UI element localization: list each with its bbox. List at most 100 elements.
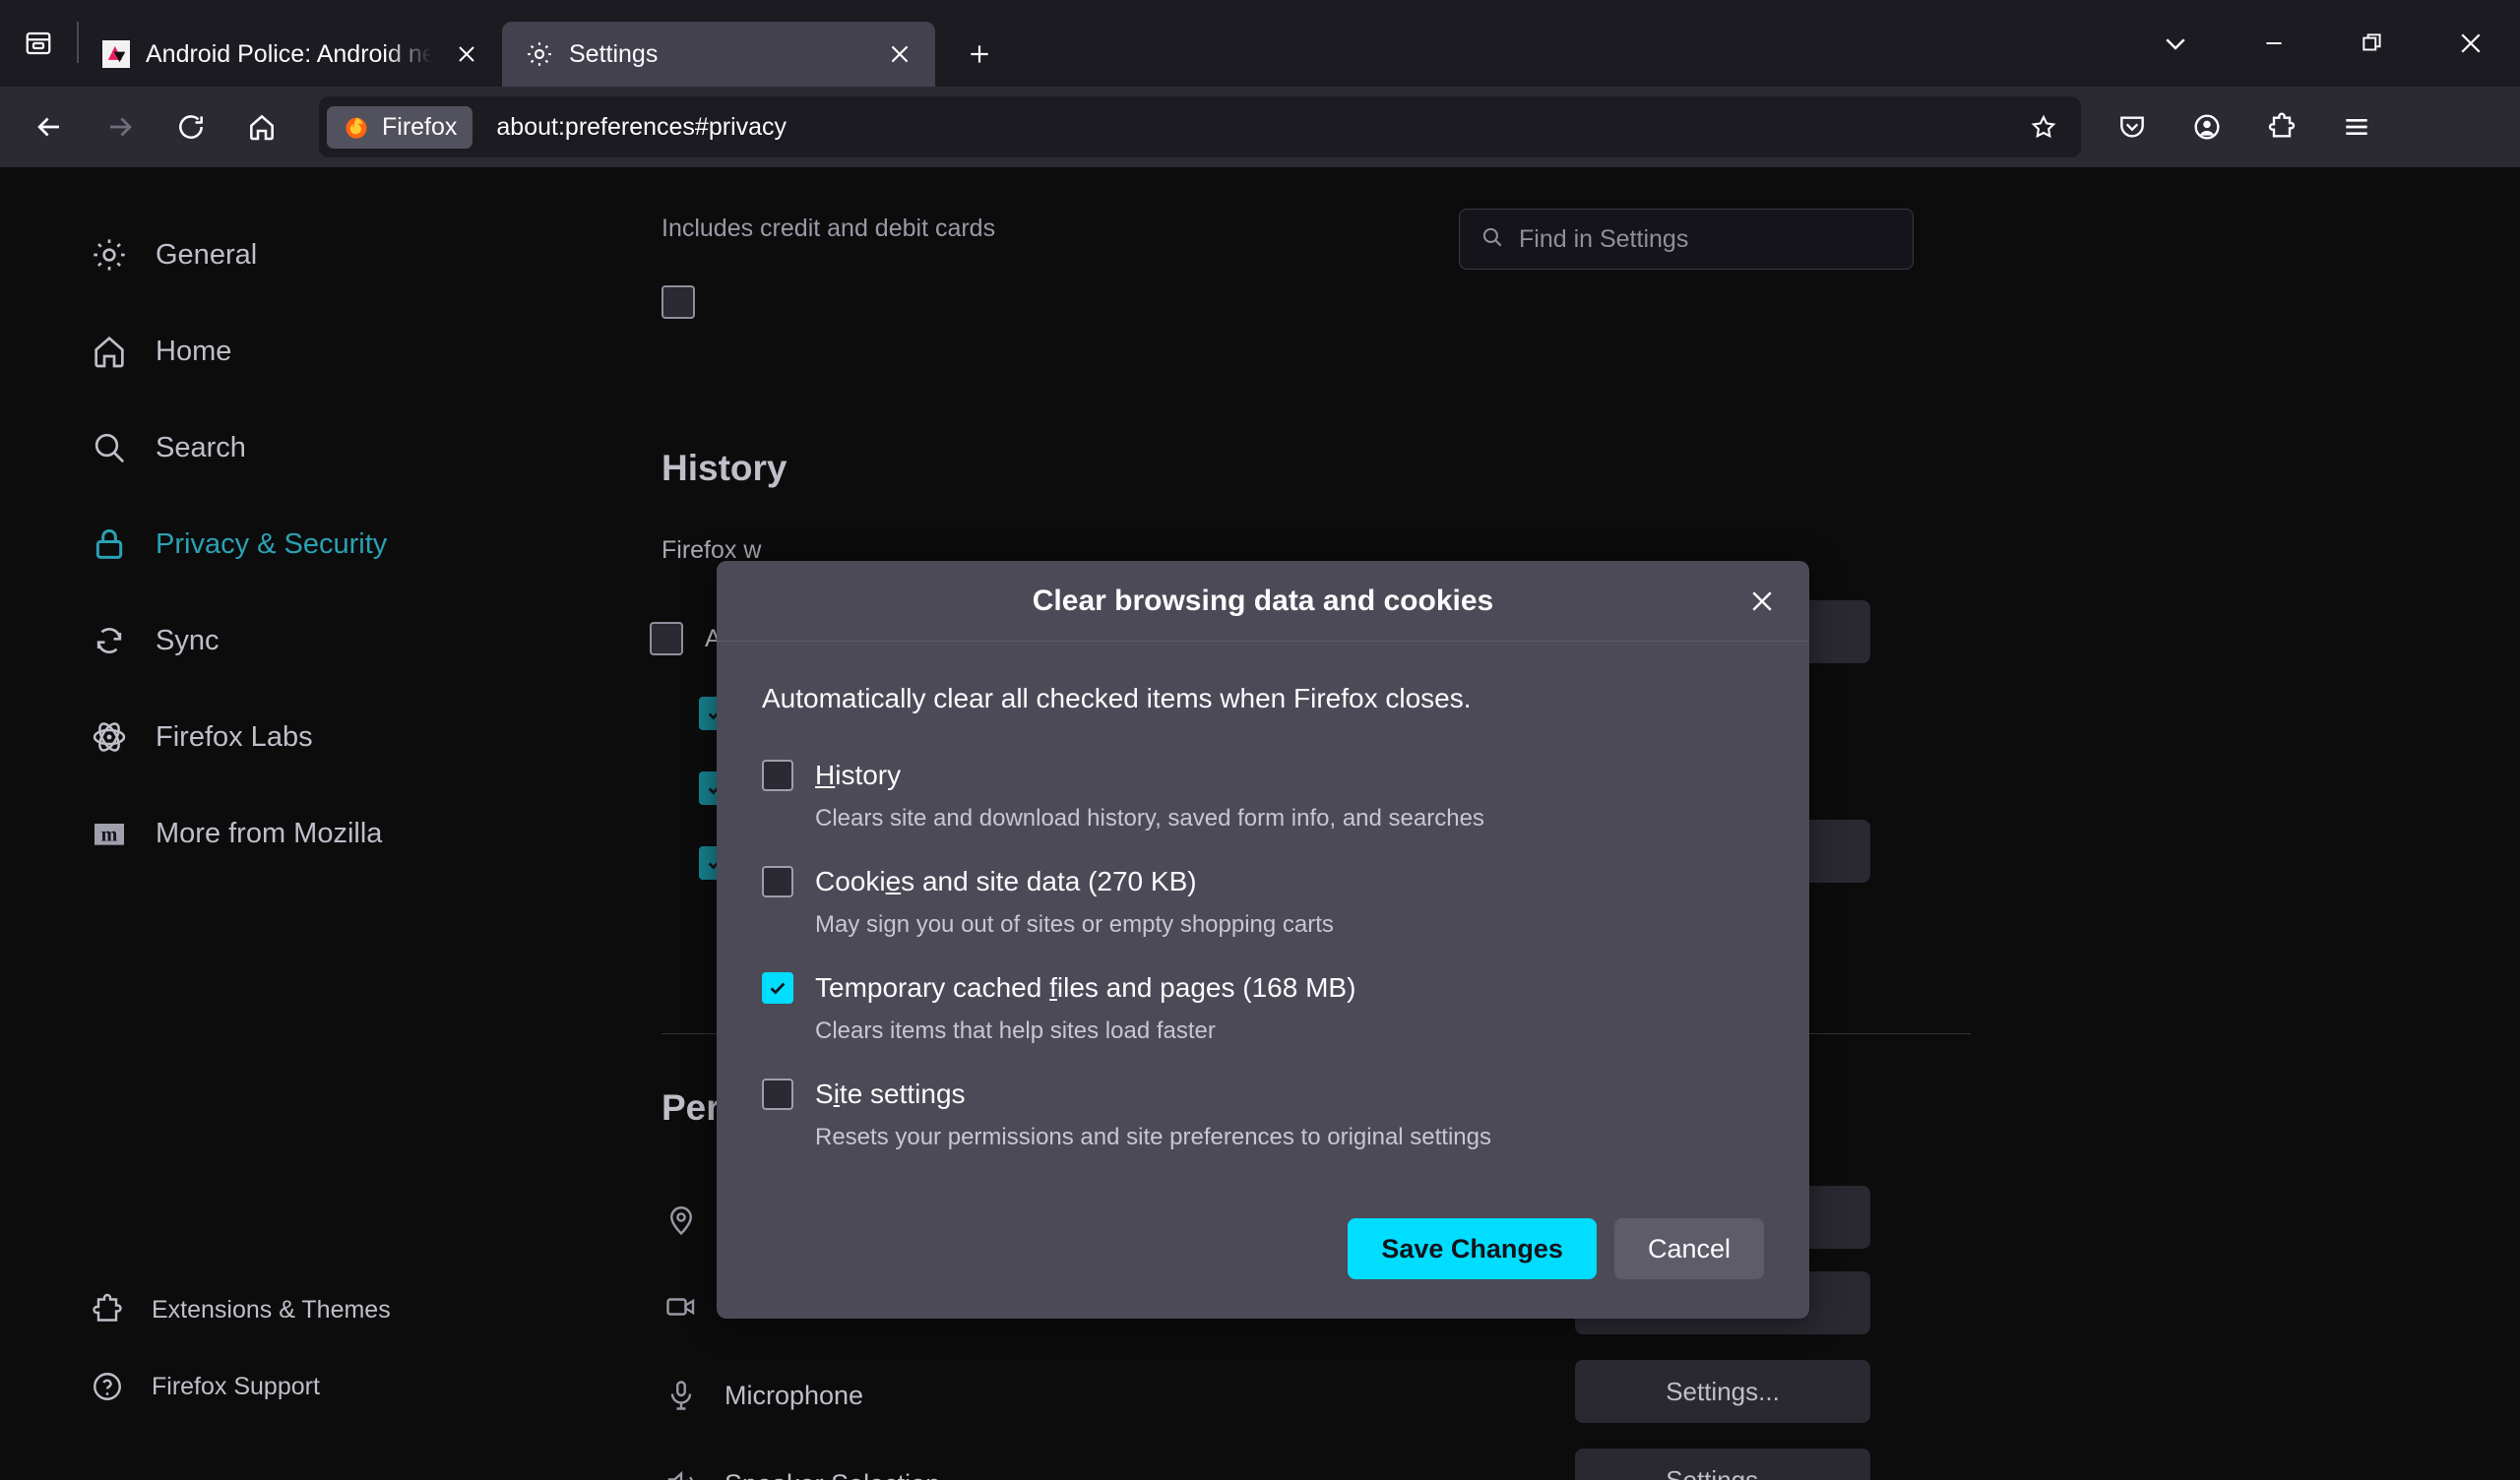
speaker-settings-button[interactable]: Settings... xyxy=(1575,1449,1870,1480)
dialog-body: Automatically clear all checked items wh… xyxy=(717,642,1809,1202)
url-text[interactable]: about:preferences#privacy xyxy=(496,113,2016,142)
tab-android-police[interactable]: Android Police: Android news, r xyxy=(79,22,502,87)
puzzle-icon xyxy=(89,1291,126,1328)
navigation-toolbar: Firefox about:preferences#privacy xyxy=(0,87,2520,167)
option-row[interactable]: History xyxy=(762,760,1764,791)
chevron-down-icon[interactable] xyxy=(2126,0,2225,87)
option-description: Resets your permissions and site prefere… xyxy=(815,1124,1764,1151)
extensions-icon[interactable] xyxy=(2244,97,2319,156)
sidebar-item-sync[interactable]: Sync xyxy=(0,614,591,667)
option-row[interactable]: Cookies and site data (270 KB) xyxy=(762,866,1764,897)
help-icon xyxy=(89,1368,126,1405)
option-label: Temporary cached files and pages (168 MB… xyxy=(815,972,1355,1004)
gear-icon xyxy=(524,38,555,70)
location-icon xyxy=(662,1201,701,1240)
microphone-icon xyxy=(662,1376,701,1415)
home-icon xyxy=(89,331,130,372)
close-icon[interactable] xyxy=(878,32,921,76)
checkbox[interactable] xyxy=(662,285,695,319)
sidebar-item-label: Sync xyxy=(156,625,219,657)
minimize-icon[interactable] xyxy=(2225,0,2323,87)
option-label: Site settings xyxy=(815,1079,966,1110)
account-icon[interactable] xyxy=(2170,97,2244,156)
sidebar-item-extensions-themes[interactable]: Extensions & Themes xyxy=(0,1285,591,1334)
option-history: History Clears site and download history… xyxy=(762,760,1764,832)
firefox-identity-chip: Firefox xyxy=(327,106,472,149)
firefox-logo-icon xyxy=(343,113,370,141)
sidebar-item-label: Firefox Labs xyxy=(156,721,313,754)
forms-checkbox-row[interactable] xyxy=(662,285,695,319)
sidebar-item-label: More from Mozilla xyxy=(156,818,382,850)
tab-list-button[interactable] xyxy=(0,0,77,87)
close-icon[interactable] xyxy=(1736,576,1788,627)
clear-browsing-data-dialog: Clear browsing data and cookies Automati… xyxy=(717,561,1809,1319)
checkbox[interactable] xyxy=(650,622,683,655)
cancel-button[interactable]: Cancel xyxy=(1614,1218,1764,1279)
option-cookies-site-data: Cookies and site data (270 KB) May sign … xyxy=(762,866,1764,939)
tab-bar: Android Police: Android news, r Settings xyxy=(0,0,2520,87)
sidebar-item-label: Search xyxy=(156,432,246,464)
camera-icon xyxy=(662,1287,701,1326)
sidebar-item-firefox-support[interactable]: Firefox Support xyxy=(0,1362,591,1411)
sidebar-link-label: Firefox Support xyxy=(152,1373,320,1401)
sidebar-item-search[interactable]: Search xyxy=(0,421,591,474)
search-icon xyxy=(89,427,130,468)
sidebar-item-label: Home xyxy=(156,336,231,368)
option-description: Clears site and download history, saved … xyxy=(815,805,1764,832)
android-police-icon xyxy=(100,38,132,70)
option-description: May sign you out of sites or empty shopp… xyxy=(815,911,1764,939)
option-label: Cookies and site data (270 KB) xyxy=(815,866,1197,897)
option-row[interactable]: Site settings xyxy=(762,1079,1764,1110)
tab-title: Android Police: Android news, r xyxy=(146,40,431,69)
home-icon[interactable] xyxy=(226,97,297,156)
gear-icon xyxy=(89,234,130,276)
toolbar-actions xyxy=(2095,97,2394,156)
mozilla-m-icon: m xyxy=(89,813,130,854)
sync-icon xyxy=(89,620,130,661)
window-controls xyxy=(2126,0,2520,87)
identity-label: Firefox xyxy=(382,113,457,142)
checkbox[interactable] xyxy=(762,760,793,791)
sidebar-link-label: Extensions & Themes xyxy=(152,1296,391,1325)
checkbox[interactable] xyxy=(762,866,793,897)
option-label: History xyxy=(815,760,901,791)
tab-title: Settings xyxy=(569,40,864,69)
star-icon[interactable] xyxy=(2016,99,2071,154)
tab-settings[interactable]: Settings xyxy=(502,22,935,87)
pocket-icon[interactable] xyxy=(2095,97,2170,156)
close-icon[interactable] xyxy=(445,32,488,76)
sidebar-item-more-from-mozilla[interactable]: m More from Mozilla xyxy=(0,807,591,860)
speaker-icon xyxy=(662,1464,701,1480)
option-row[interactable]: Temporary cached files and pages (168 MB… xyxy=(762,972,1764,1004)
restore-icon[interactable] xyxy=(2323,0,2422,87)
sidebar-bottom-links: Extensions & Themes Firefox Support xyxy=(0,1285,591,1439)
close-icon[interactable] xyxy=(2422,0,2520,87)
permission-row-microphone: Microphone xyxy=(662,1376,863,1415)
checkbox[interactable] xyxy=(762,972,793,1004)
back-icon[interactable] xyxy=(14,97,85,156)
microphone-settings-button[interactable]: Settings... xyxy=(1575,1360,1870,1423)
dialog-title: Clear browsing data and cookies xyxy=(1033,585,1493,618)
atom-icon xyxy=(89,716,130,758)
sidebar-item-label: General xyxy=(156,239,257,272)
settings-sidebar: General Home Search xyxy=(0,167,591,1480)
sidebar-item-home[interactable]: Home xyxy=(0,325,591,378)
menu-icon[interactable] xyxy=(2319,97,2394,156)
sidebar-item-label: Privacy & Security xyxy=(156,528,387,561)
reload-icon[interactable] xyxy=(156,97,226,156)
url-bar[interactable]: Firefox about:preferences#privacy xyxy=(319,96,2081,157)
dialog-footer: Save Changes Cancel xyxy=(717,1202,1809,1319)
permission-label: Microphone xyxy=(724,1381,863,1411)
sidebar-item-firefox-labs[interactable]: Firefox Labs xyxy=(0,710,591,764)
forward-icon xyxy=(85,97,156,156)
permission-label: Speaker Selection xyxy=(724,1469,940,1480)
checkbox[interactable] xyxy=(762,1079,793,1110)
sidebar-item-general[interactable]: General xyxy=(0,228,591,281)
new-tab-button[interactable] xyxy=(947,22,1012,87)
lock-icon xyxy=(89,524,130,565)
sidebar-item-privacy-security[interactable]: Privacy & Security xyxy=(0,518,591,571)
forms-note: Includes credit and debit cards xyxy=(662,215,995,243)
option-description: Clears items that help sites load faster xyxy=(815,1018,1764,1045)
save-changes-button[interactable]: Save Changes xyxy=(1348,1218,1597,1279)
svg-text:m: m xyxy=(101,825,118,846)
